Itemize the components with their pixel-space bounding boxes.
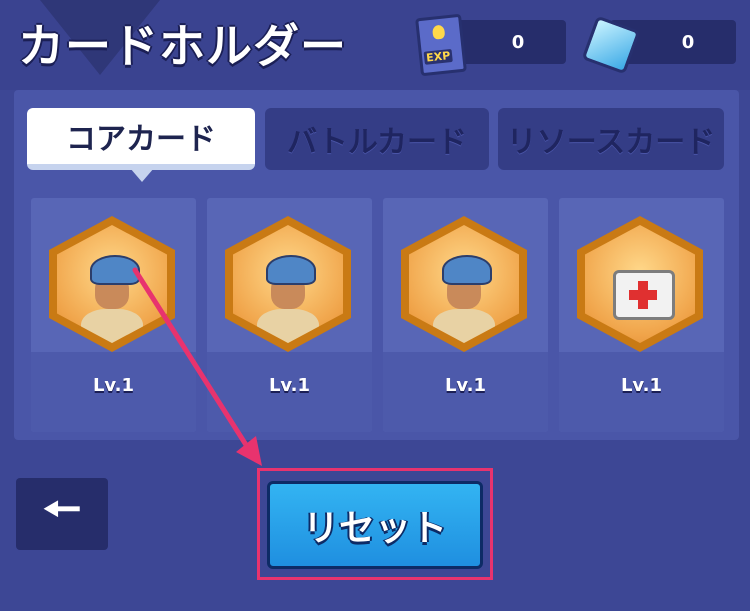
helmet-shape xyxy=(266,255,316,285)
gem-count: 0 xyxy=(681,31,695,53)
bulb-icon xyxy=(431,24,446,40)
card-level: Lv.1 xyxy=(92,375,135,396)
card-2[interactable]: Lv.1 xyxy=(207,198,372,432)
tab-battle-cards[interactable]: バトルカード xyxy=(265,108,489,170)
card-4[interactable]: Lv.1 xyxy=(559,198,724,432)
back-arrow-icon: 🠔 xyxy=(42,483,82,535)
soldier-portrait-icon xyxy=(409,225,519,343)
soldier-portrait-icon xyxy=(233,225,343,343)
shirt-shape xyxy=(433,309,495,343)
exp-count: 0 xyxy=(511,31,525,53)
reset-button[interactable]: リセット xyxy=(267,481,483,569)
shirt-shape xyxy=(257,309,319,343)
card-1[interactable]: Lv.1 xyxy=(31,198,196,432)
card-hex-frame xyxy=(401,216,527,352)
tab-pointer-icon xyxy=(130,168,154,182)
tab-core-cards[interactable]: コアカード xyxy=(27,108,255,170)
shirt-shape xyxy=(81,309,143,343)
cross-horizontal xyxy=(629,290,657,300)
card-level: Lv.1 xyxy=(444,375,487,396)
medkit-icon xyxy=(585,225,695,343)
helmet-shape xyxy=(442,255,492,285)
helmet-shape xyxy=(90,255,140,285)
tab-resource-cards[interactable]: リソースカード xyxy=(498,108,724,170)
annotation-arrow-head xyxy=(236,436,262,466)
card-hex-frame xyxy=(49,216,175,352)
back-button[interactable]: 🠔 xyxy=(16,478,108,550)
card-level: Lv.1 xyxy=(268,375,311,396)
page-title: カードホルダー xyxy=(18,19,347,73)
soldier-portrait-icon xyxy=(57,225,167,343)
exp-book-icon: EXP xyxy=(415,13,467,77)
card-level: Lv.1 xyxy=(620,375,663,396)
exp-icon-label: EXP xyxy=(423,48,453,65)
card-hex-frame xyxy=(577,216,703,352)
card-hex-frame xyxy=(225,216,351,352)
medkit-shape xyxy=(613,270,675,320)
card-3[interactable]: Lv.1 xyxy=(383,198,548,432)
